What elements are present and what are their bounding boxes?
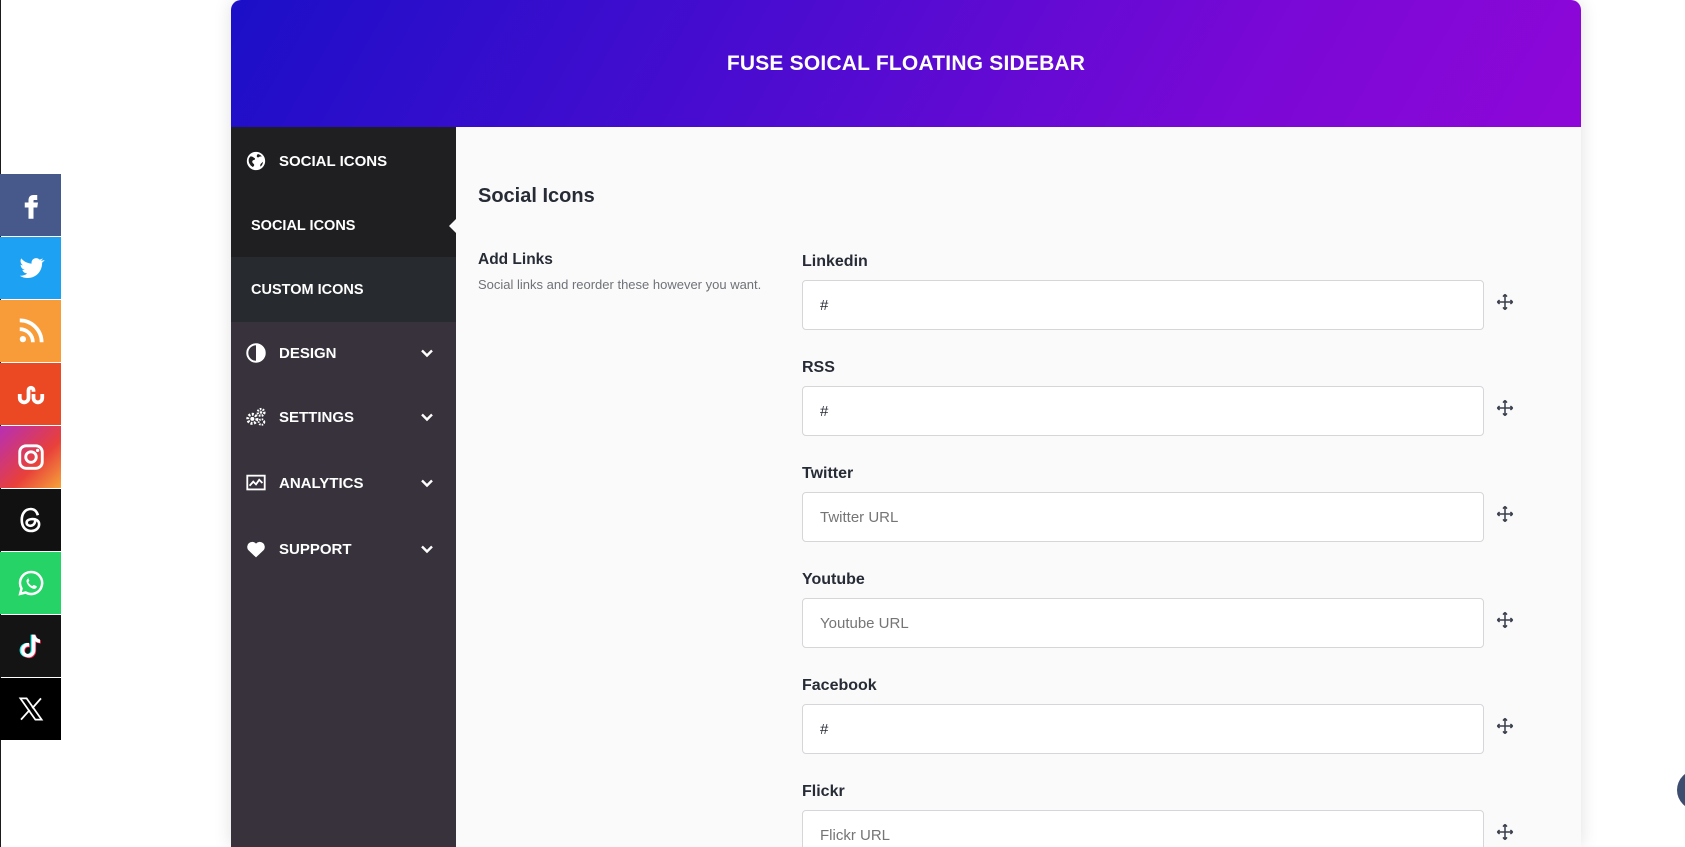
field-rss: RSS bbox=[802, 357, 1522, 463]
field-twitter: Twitter bbox=[802, 463, 1522, 569]
nav-subitem-label: CUSTOM ICONS bbox=[251, 281, 364, 298]
whatsapp-icon bbox=[17, 570, 43, 596]
chevron-down-icon bbox=[420, 410, 434, 424]
chart-icon bbox=[245, 472, 267, 494]
chevron-down-icon bbox=[420, 346, 434, 360]
chevron-down-icon bbox=[420, 542, 434, 556]
chevron-down-icon bbox=[420, 476, 434, 490]
contrast-icon bbox=[245, 342, 267, 364]
field-label: Flickr bbox=[802, 783, 845, 800]
nav-item-settings[interactable]: SETTINGS bbox=[231, 384, 456, 450]
nav-item-label: SOCIAL ICONS bbox=[279, 152, 388, 170]
nav-item-design[interactable]: DESIGN bbox=[231, 322, 456, 384]
twitter-icon bbox=[19, 258, 45, 278]
field-label: Twitter bbox=[802, 465, 854, 482]
page: FUSE SOICAL FLOATING SIDEBAR SOCIAL ICON… bbox=[0, 0, 1685, 847]
whatsapp-button[interactable] bbox=[0, 552, 61, 614]
rss-url-input[interactable] bbox=[802, 386, 1484, 436]
help-chat-button[interactable] bbox=[1677, 770, 1685, 810]
drag-handle-icon[interactable] bbox=[1494, 291, 1516, 313]
drag-handle-icon[interactable] bbox=[1494, 503, 1516, 525]
section-title: Social Icons bbox=[478, 185, 595, 207]
active-caret bbox=[449, 218, 457, 234]
drag-handle-icon[interactable] bbox=[1494, 715, 1516, 737]
instagram-icon bbox=[17, 444, 44, 470]
drag-handle-icon[interactable] bbox=[1494, 397, 1516, 419]
nav-item-label: SUPPORT bbox=[279, 540, 352, 558]
nav-item-label: ANALYTICS bbox=[279, 474, 364, 492]
drag-handle-icon[interactable] bbox=[1494, 821, 1516, 843]
x-button[interactable] bbox=[0, 678, 61, 740]
field-label: RSS bbox=[802, 359, 835, 376]
facebook-icon bbox=[24, 195, 38, 219]
twitter-url-input[interactable] bbox=[802, 492, 1484, 542]
nav-item-analytics[interactable]: ANALYTICS bbox=[231, 450, 456, 516]
nav-item-label: SETTINGS bbox=[279, 408, 355, 426]
stumbleupon-button[interactable] bbox=[0, 363, 61, 425]
add-links-description: Social links and reorder these however y… bbox=[478, 277, 762, 292]
floating-social-sidebar bbox=[0, 174, 61, 741]
add-links-title: Add Links bbox=[478, 251, 553, 268]
settings-panel: FUSE SOICAL FLOATING SIDEBAR SOCIAL ICON… bbox=[231, 0, 1581, 847]
instagram-button[interactable] bbox=[0, 426, 61, 488]
stumbleupon-icon bbox=[17, 385, 44, 405]
tiktok-button[interactable] bbox=[0, 615, 61, 677]
nav-item-label: DESIGN bbox=[279, 344, 337, 362]
flickr-url-input[interactable] bbox=[802, 810, 1484, 847]
field-label: Linkedin bbox=[802, 253, 868, 270]
rss-icon bbox=[19, 318, 43, 343]
heart-icon bbox=[245, 538, 267, 560]
tiktok-icon bbox=[19, 634, 41, 659]
rss-button[interactable] bbox=[0, 300, 61, 362]
facebook-url-input[interactable] bbox=[802, 704, 1484, 754]
threads-icon bbox=[19, 507, 40, 533]
twitter-button[interactable] bbox=[0, 237, 61, 299]
gears-icon bbox=[245, 406, 267, 428]
nav-subitem-label: SOCIAL ICONS bbox=[251, 218, 356, 234]
field-label: Facebook bbox=[802, 677, 877, 694]
nav-subitem-custom-icons[interactable]: CUSTOM ICONS bbox=[231, 257, 456, 322]
drag-handle-icon[interactable] bbox=[1494, 609, 1516, 631]
field-facebook: Facebook bbox=[802, 675, 1522, 781]
panel-title: FUSE SOICAL FLOATING SIDEBAR bbox=[726, 51, 1086, 75]
field-label: Youtube bbox=[802, 571, 865, 588]
nav-subitem-social-icons[interactable]: SOCIAL ICONS bbox=[231, 195, 457, 257]
settings-nav: SOCIAL ICONS SOCIAL ICONS CUSTOM ICONS D… bbox=[231, 127, 457, 847]
social-link-fields: Linkedin RSS Twitter bbox=[802, 251, 1522, 847]
threads-button[interactable] bbox=[0, 489, 61, 551]
facebook-button[interactable] bbox=[0, 174, 61, 236]
field-flickr: Flickr bbox=[802, 781, 1522, 847]
panel-header: FUSE SOICAL FLOATING SIDEBAR bbox=[231, 0, 1581, 127]
x-icon bbox=[18, 697, 43, 721]
globe-icon bbox=[245, 150, 267, 172]
nav-item-support[interactable]: SUPPORT bbox=[231, 516, 456, 582]
linkedin-url-input[interactable] bbox=[802, 280, 1484, 330]
nav-item-social-icons[interactable]: SOCIAL ICONS bbox=[231, 127, 456, 195]
field-linkedin: Linkedin bbox=[802, 251, 1522, 357]
youtube-url-input[interactable] bbox=[802, 598, 1484, 648]
field-youtube: Youtube bbox=[802, 569, 1522, 675]
main-content: Social Icons Add Links Social links and … bbox=[478, 127, 1581, 847]
